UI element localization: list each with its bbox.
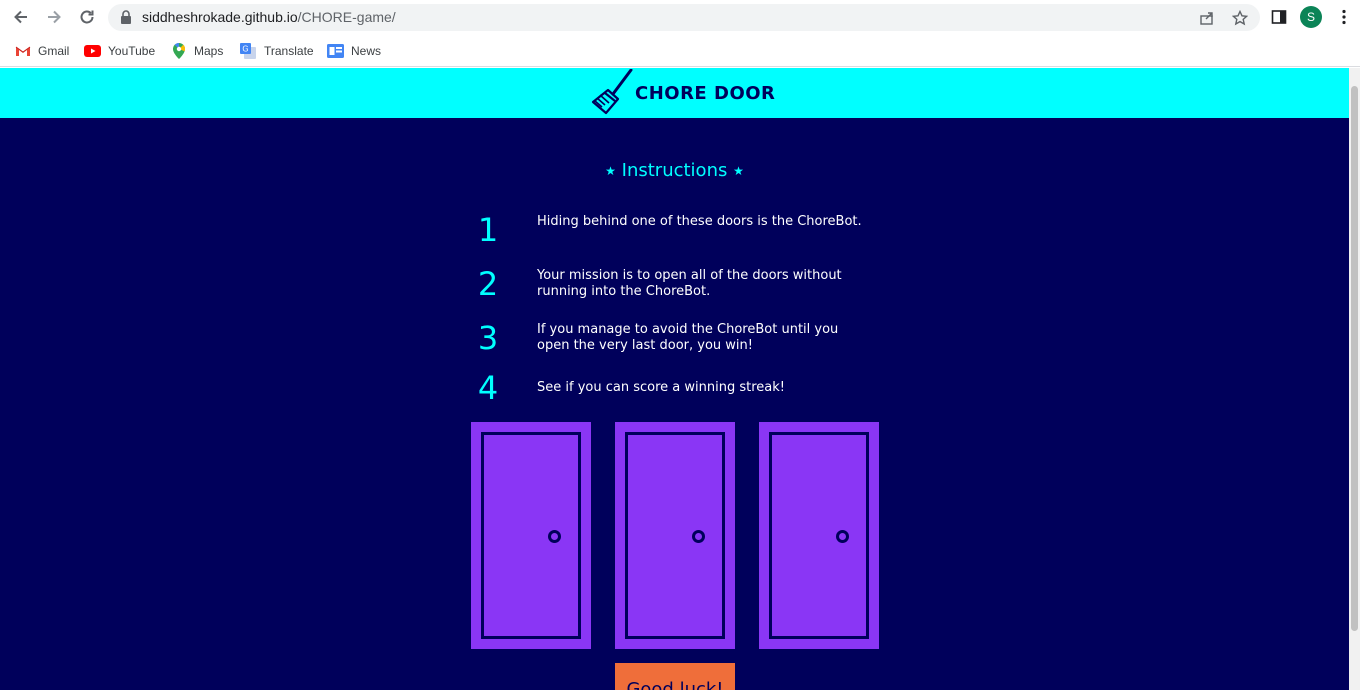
menu-button[interactable] — [1333, 6, 1355, 28]
browser-toolbar: siddheshrokade.github.io/CHORE-game/ S — [0, 0, 1360, 35]
svg-text:G: G — [242, 45, 248, 54]
instructions-heading: ★ Instructions ★ — [0, 160, 1349, 181]
door-1[interactable] — [471, 422, 591, 649]
door-knob — [836, 530, 849, 543]
reload-icon — [80, 10, 94, 24]
bookmark-label: Translate — [264, 44, 314, 58]
back-button[interactable] — [10, 6, 32, 28]
scrollbar-thumb[interactable] — [1351, 86, 1358, 631]
bookmarks-bar: Gmail YouTube Maps G Translate News — [0, 35, 1360, 67]
page-viewport: CHORE DOOR ★ Instructions ★ 1 Hiding beh… — [0, 68, 1349, 690]
star-outline-icon — [1232, 10, 1248, 26]
door-panel — [769, 432, 869, 639]
bookmark-translate[interactable]: G Translate — [240, 41, 314, 61]
back-arrow-icon — [14, 10, 27, 24]
bookmark-label: Maps — [194, 44, 224, 58]
url-path: /CHORE-game/ — [297, 9, 396, 25]
share-button[interactable] — [1198, 9, 1216, 27]
door-panel — [481, 432, 581, 639]
reload-button[interactable] — [76, 6, 98, 28]
maps-icon — [170, 43, 187, 59]
lock-icon — [121, 10, 131, 24]
bookmark-label: News — [351, 44, 382, 58]
bookmark-star-button[interactable] — [1231, 9, 1249, 27]
share-icon — [1200, 12, 1213, 25]
url-text: siddheshrokade.github.io/CHORE-game/ — [142, 9, 396, 25]
page-scrollbar[interactable] — [1349, 68, 1360, 690]
url-domain: siddheshrokade.github.io — [142, 9, 298, 25]
profile-avatar[interactable]: S — [1300, 6, 1322, 28]
door-knob — [548, 530, 561, 543]
translate-icon: G — [240, 43, 257, 59]
bookmark-label: Gmail — [38, 44, 70, 58]
door-2[interactable] — [615, 422, 735, 649]
door-3[interactable] — [759, 422, 879, 649]
instructions-heading-text: Instructions — [621, 160, 728, 181]
youtube-icon — [84, 44, 101, 58]
bookmark-news[interactable]: News — [327, 41, 381, 61]
door-panel — [625, 432, 725, 639]
bookmark-label: YouTube — [108, 44, 156, 58]
broom-icon — [591, 69, 633, 115]
step-number: 2 — [477, 265, 499, 303]
door-knob — [692, 530, 705, 543]
more-vert-icon — [1342, 9, 1346, 25]
step-text: See if you can score a winning streak! — [537, 380, 785, 395]
step-text: Your mission is to open all of the doors… — [537, 268, 842, 299]
forward-button[interactable] — [43, 6, 65, 28]
forward-arrow-icon — [48, 10, 61, 24]
star-icon: ★ — [605, 164, 616, 178]
news-icon — [327, 44, 344, 58]
start-button[interactable]: Good luck! — [615, 663, 735, 690]
logo: CHORE DOOR — [591, 68, 775, 118]
bookmark-gmail[interactable]: Gmail — [14, 41, 69, 61]
star-icon: ★ — [733, 164, 744, 178]
bookmark-youtube[interactable]: YouTube — [84, 41, 155, 61]
bookmark-maps[interactable]: Maps — [170, 41, 223, 61]
step-number: 1 — [477, 211, 499, 249]
page-header: CHORE DOOR — [0, 68, 1349, 118]
step-text: Hiding behind one of these doors is the … — [537, 214, 862, 229]
address-bar[interactable]: siddheshrokade.github.io/CHORE-game/ — [108, 4, 1260, 31]
step-number: 3 — [477, 319, 499, 357]
step-text: If you manage to avoid the ChoreBot unti… — [537, 322, 839, 353]
gmail-icon — [14, 44, 31, 58]
page-title: CHORE DOOR — [635, 82, 776, 104]
side-panel-icon — [1271, 10, 1287, 24]
side-panel-button[interactable] — [1268, 6, 1290, 28]
step-number: 4 — [477, 369, 499, 407]
